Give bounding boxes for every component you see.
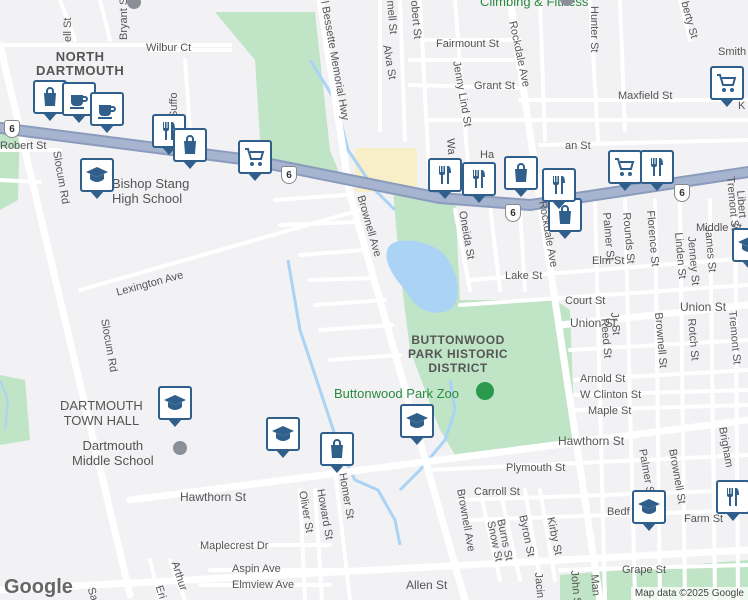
school-marker[interactable] — [732, 228, 748, 269]
place-north-dartmouth[interactable]: NORTH DARTMOUTH — [36, 50, 124, 78]
coffee-cup-icon — [95, 97, 119, 121]
street-smith: Smith — [718, 46, 747, 58]
school-marker[interactable] — [158, 386, 192, 427]
street-k: K — [738, 100, 746, 112]
map-attribution[interactable]: Map data ©2025 Google — [630, 587, 748, 600]
street-liberty-e: Libert — [734, 190, 748, 219]
graduation-cap-icon — [405, 409, 429, 433]
street-wilbur-ct: Wilbur Ct — [146, 42, 192, 54]
street-plymouth: Plymouth St — [506, 462, 566, 474]
street-hawthorn-w: Hawthorn St — [180, 490, 247, 504]
street-farm: Farm St — [684, 513, 724, 525]
graduation-cap-icon — [163, 391, 187, 415]
map-canvas[interactable]: 6 6 6 6 NORTH DARTMOUTH BUTTONWOOD PARK … — [0, 0, 748, 600]
street-w-clinton: W Clinton St — [580, 389, 642, 401]
poi-buttonwood-park-zoo[interactable]: Buttonwood Park Zoo — [334, 386, 459, 401]
street-fairmount: Fairmount St — [436, 38, 499, 50]
shopping-marker[interactable] — [173, 128, 207, 169]
street-wa: Wa — [444, 138, 458, 156]
street-hawthorn-e: Hawthorn St — [558, 434, 625, 448]
street-arnold: Arnold St — [580, 373, 626, 385]
shopping-bag-icon — [325, 437, 349, 461]
restaurant-marker[interactable] — [428, 158, 462, 199]
graduation-cap-icon — [737, 233, 748, 257]
graduation-cap-icon — [637, 495, 661, 519]
school-marker[interactable] — [80, 158, 114, 199]
school-marker[interactable] — [400, 404, 434, 445]
grocery-marker[interactable] — [710, 66, 744, 107]
street-ha: Ha — [480, 149, 495, 161]
shopping-marker[interactable] — [504, 156, 538, 197]
poi-dartmouth-middle-school[interactable]: Dartmouth Middle School — [72, 438, 154, 468]
restaurant-marker[interactable] — [462, 162, 496, 203]
place-buttonwood-historic-district[interactable]: BUTTONWOOD PARK HISTORIC DISTRICT — [408, 333, 508, 375]
street-bryant: Bryant St — [118, 0, 130, 40]
fork-knife-icon — [721, 485, 745, 509]
street-aspin: Aspin Ave — [232, 563, 281, 575]
restaurant-marker[interactable] — [640, 150, 674, 191]
coffee-cup-icon — [67, 87, 91, 111]
street-maxfield: Maxfield St — [618, 90, 673, 102]
zoo-paw-icon — [476, 382, 494, 400]
shopping-bag-icon — [509, 161, 533, 185]
fork-knife-icon — [467, 167, 491, 191]
street-maplecrest: Maplecrest Dr — [200, 540, 269, 552]
school-marker[interactable] — [632, 490, 666, 531]
school-dot-icon — [173, 441, 187, 455]
street-grant: Grant St — [474, 80, 515, 92]
route-6-shield: 6 — [4, 120, 20, 138]
street-an-st: an St — [565, 140, 591, 152]
street-court: Court St — [565, 295, 606, 307]
street-elmview: Elmview Ave — [232, 579, 295, 591]
street-hunter: Hunter St — [588, 6, 600, 53]
street-grape: Grape St — [622, 564, 667, 576]
street-man: Man — [588, 574, 602, 597]
shopping-cart-icon — [243, 145, 267, 169]
cafe-marker[interactable] — [90, 92, 124, 133]
street-carroll: Carroll St — [474, 486, 520, 498]
school-marker[interactable] — [266, 417, 300, 458]
route-6-shield: 6 — [674, 184, 690, 202]
graduation-cap-icon — [85, 163, 109, 187]
street-allen: Allen St — [406, 578, 448, 592]
restaurant-marker[interactable] — [716, 480, 748, 521]
graduation-cap-icon — [271, 422, 295, 446]
street-hell: ell St — [62, 17, 74, 42]
shopping-bag-icon — [178, 133, 202, 157]
grocery-marker[interactable] — [238, 140, 272, 181]
shopping-marker[interactable] — [320, 432, 354, 473]
street-robert-nw: Robert St — [0, 140, 47, 152]
route-6-shield: 6 — [281, 166, 297, 184]
street-maple: Maple St — [588, 405, 632, 417]
street-union-e: Union St — [680, 300, 727, 314]
fork-knife-icon — [645, 155, 669, 179]
route-6-shield: 6 — [505, 204, 521, 222]
shopping-cart-icon — [613, 155, 637, 179]
street-bedford: Bedf — [607, 506, 630, 518]
poi-dartmouth-town-hall[interactable]: DARTMOUTH TOWN HALL — [60, 398, 143, 428]
fork-knife-icon — [547, 173, 571, 197]
street-lake: Lake St — [505, 270, 543, 282]
shopping-bag-icon — [38, 85, 62, 109]
street-jacin: Jacin — [532, 572, 547, 599]
google-logo: Google — [4, 576, 73, 598]
grocery-marker[interactable] — [608, 150, 642, 191]
restaurant-marker[interactable] — [542, 168, 576, 209]
fork-knife-icon — [433, 163, 457, 187]
poi-bishop-stang-high-school[interactable]: Bishop Stang High School — [112, 176, 189, 206]
shopping-cart-icon — [715, 71, 739, 95]
street-jr: Jr St — [608, 312, 622, 336]
